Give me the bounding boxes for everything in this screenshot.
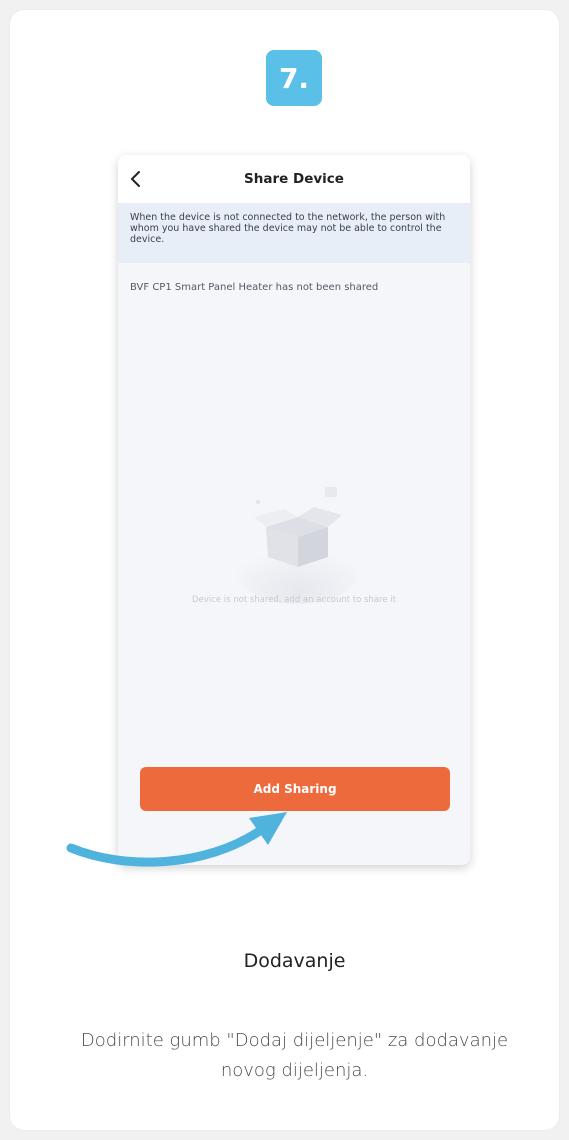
step-title: Dodavanje [243, 950, 346, 972]
nav-bar: Share Device [118, 155, 470, 203]
step-description: Dodirnite gumb "Dodaj dijeljenje" za dod… [80, 1030, 509, 1081]
empty-box-icon [236, 487, 360, 604]
network-notice: When the device is not connected to the … [118, 203, 470, 263]
add-sharing-button[interactable]: Add Sharing [140, 767, 450, 811]
screen-title: Share Device [244, 171, 344, 187]
empty-state-text: Device is not shared, add an account to … [191, 595, 396, 605]
step-number-badge: 7. [266, 50, 322, 106]
phone-screenshot: Share Device When the device is not conn… [118, 155, 470, 865]
share-status-text: BVF CP1 Smart Panel Heater has not been … [130, 282, 379, 293]
instruction-card: 7. Share Device When the device is not c… [10, 10, 559, 1130]
